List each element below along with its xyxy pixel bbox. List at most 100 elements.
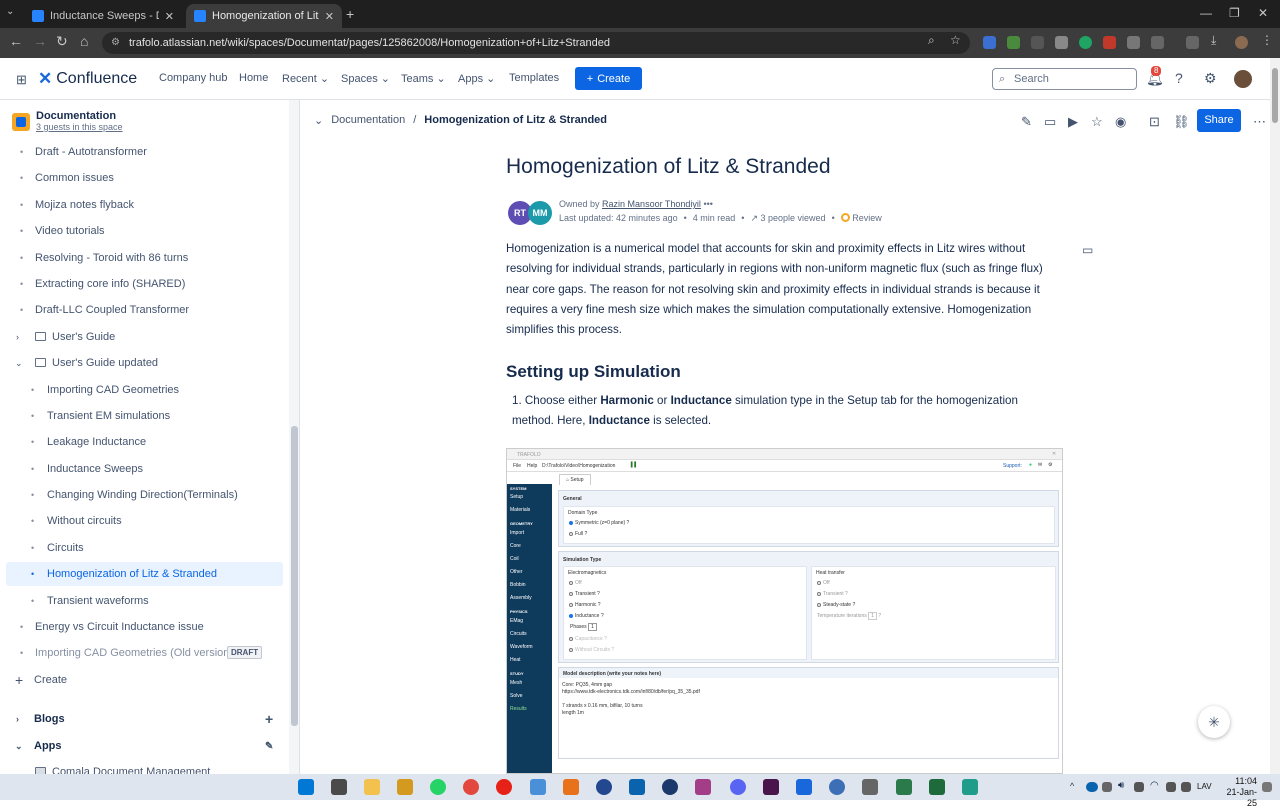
address-bar[interactable]: ⚙ trafolo.atlassian.net/wiki/spaces/Docu… [102, 32, 970, 54]
star-icon[interactable]: ☆ [1091, 114, 1103, 130]
browser-menu-icon[interactable]: ⋮ [1261, 33, 1273, 47]
app-icon[interactable] [563, 779, 579, 795]
close-icon[interactable]: ✕ [325, 10, 334, 23]
add-blog-plus-icon[interactable]: + [265, 711, 273, 727]
sidebar-item-users-guide[interactable]: › User's Guide [6, 325, 283, 349]
collapse-sidebar-chevron-icon[interactable]: ⌄ [314, 114, 323, 127]
discord-icon[interactable] [730, 779, 746, 795]
sidebar-item-transient-em[interactable]: • Transient EM simulations [6, 404, 283, 428]
sidebar-item-users-guide-updated[interactable]: ⌄ User's Guide updated [6, 351, 283, 375]
more-actions-icon[interactable]: ⋯ [1253, 114, 1266, 130]
battery-icon[interactable] [1181, 782, 1191, 792]
extension-icon[interactable] [983, 36, 996, 49]
notification-center-icon[interactable] [1262, 782, 1272, 792]
sidebar-item-importing-cad-old[interactable]: • Importing CAD Geometries (Old version) D… [6, 641, 283, 665]
app-icon[interactable] [397, 779, 413, 795]
sidebar-section-apps[interactable]: ⌄ Apps ✎ [6, 734, 283, 758]
app-icon[interactable] [662, 779, 678, 795]
chevron-right-icon[interactable]: › [16, 332, 19, 342]
watch-eye-icon[interactable]: ◉ [1115, 114, 1126, 130]
site-info-icon[interactable]: ⚙ [111, 32, 120, 54]
task-view-icon[interactable] [331, 779, 347, 795]
nav-recent[interactable]: Recent ⌄ [282, 72, 329, 85]
comment-icon[interactable]: ▭ [1044, 114, 1056, 130]
sidebar-item-inductance-sweeps[interactable]: • Inductance Sweeps [6, 457, 283, 481]
sidebar-item-circuits[interactable]: • Circuits [6, 536, 283, 560]
share-button[interactable]: Share [1197, 109, 1241, 132]
chevron-down-icon[interactable]: ⌄ [15, 358, 23, 369]
space-header[interactable]: Documentation 3 guests in this space [12, 110, 123, 132]
sidebar-item-common-issues[interactable]: • Common issues [6, 166, 283, 190]
tab-search-icon[interactable]: ⌄ [6, 6, 14, 17]
tray-icon[interactable] [1134, 782, 1144, 792]
edit-pencil-icon[interactable]: ✎ [265, 741, 273, 752]
keyboard-language[interactable]: LAV [1197, 782, 1212, 791]
file-explorer-icon[interactable] [364, 779, 380, 795]
sidebar-item-changing-winding[interactable]: • Changing Winding Direction(Terminals) [6, 483, 283, 507]
nav-apps[interactable]: Apps ⌄ [458, 72, 495, 85]
onedrive-icon[interactable] [1086, 782, 1098, 792]
copy-link-icon[interactable]: ⛓ [1173, 114, 1190, 130]
sidebar-section-blogs[interactable]: › Blogs + [6, 707, 283, 731]
chevron-down-icon[interactable]: ⌄ [15, 741, 23, 752]
window-close-icon[interactable]: ✕ [1258, 6, 1268, 20]
close-icon[interactable]: ✕ [165, 10, 174, 23]
help-icon[interactable]: ? [1175, 70, 1183, 86]
sidebar-item-without-circuits[interactable]: • Without circuits [6, 509, 283, 533]
more-icon[interactable]: ••• [703, 199, 712, 209]
extension-icon[interactable] [1055, 36, 1068, 49]
video-icon[interactable]: ▶ [1068, 114, 1078, 130]
restore-icon[interactable]: ❐ [1229, 6, 1240, 20]
nav-templates[interactable]: Templates [509, 72, 559, 84]
system-clock[interactable]: 11:04 21-Jan-25 [1219, 776, 1257, 809]
new-tab-icon[interactable]: + [346, 6, 354, 22]
slack-icon[interactable] [763, 779, 779, 795]
inline-comment-icon[interactable]: ▭ [1082, 243, 1093, 257]
space-guests-link[interactable]: 3 guests in this space [36, 122, 123, 132]
nav-spaces[interactable]: Spaces ⌄ [341, 72, 390, 85]
extensions-puzzle-icon[interactable] [1151, 36, 1164, 49]
sidebar-item-importing-cad[interactable]: • Importing CAD Geometries [6, 378, 283, 402]
sidebar-item-video-tutorials[interactable]: • Video tutorials [6, 219, 283, 243]
sidebar-scrollbar-thumb[interactable] [291, 426, 298, 726]
extension-icon[interactable] [1031, 36, 1044, 49]
profile-icon[interactable] [1235, 36, 1248, 49]
sidebar-item-homogenization[interactable]: • Homogenization of Litz & Stranded [6, 562, 283, 586]
browser-tab-inductance-sweeps[interactable]: Inductance Sweeps - Documer ✕ [24, 4, 182, 28]
review-status[interactable]: Review [840, 213, 882, 224]
embedded-screenshot[interactable]: TRAFOLO ✕ File Help D:\Trafolo\Video\Homo… [506, 448, 1063, 774]
zoom-icon[interactable]: ⌕ [928, 33, 935, 48]
breadcrumb-space-link[interactable]: Documentation [331, 114, 405, 127]
extension-icon[interactable] [1127, 36, 1140, 49]
app-switcher-icon[interactable]: ⊞ [16, 72, 27, 88]
reload-icon[interactable]: ↻ [56, 33, 68, 50]
settings-gear-icon[interactable]: ⚙ [1204, 70, 1217, 87]
tray-icon[interactable] [1166, 782, 1176, 792]
browser-tab-homogenization[interactable]: Homogenization of Litz & Stran ✕ [186, 4, 342, 28]
user-avatar[interactable] [1234, 70, 1252, 88]
restrictions-lock-icon[interactable]: ⊡ [1149, 114, 1160, 130]
sidebar-create[interactable]: + Create [6, 668, 283, 692]
confluence-logo[interactable]: ✕ Confluence [38, 69, 137, 89]
breadcrumb-current-page[interactable]: Homogenization of Litz & Stranded [424, 114, 607, 127]
reading-list-icon[interactable] [1186, 36, 1199, 49]
notepad-icon[interactable] [962, 779, 978, 795]
photos-icon[interactable] [530, 779, 546, 795]
app-icon[interactable] [596, 779, 612, 795]
avatar[interactable]: MM [528, 201, 552, 225]
chevron-right-icon[interactable]: › [16, 714, 19, 724]
sidebar-item-transient-waveforms[interactable]: • Transient waveforms [6, 589, 283, 613]
whatsapp-icon[interactable] [430, 779, 446, 795]
sidebar-item-mojiza-notes[interactable]: • Mojiza notes flyback [6, 193, 283, 217]
app-icon[interactable] [829, 779, 845, 795]
start-windows-icon[interactable] [298, 779, 314, 795]
minimize-icon[interactable]: — [1200, 6, 1212, 20]
confluence-icon[interactable] [796, 779, 812, 795]
download-icon[interactable]: ⤓ [1211, 33, 1216, 48]
owner-link[interactable]: Razin Mansoor Thondiyil [602, 199, 701, 209]
grammarly-icon[interactable] [1079, 36, 1092, 49]
tray-icon[interactable] [1102, 782, 1112, 792]
app-icon[interactable] [896, 779, 912, 795]
back-icon[interactable]: ← [9, 33, 23, 49]
edit-pencil-icon[interactable]: ✎ [1021, 114, 1032, 130]
